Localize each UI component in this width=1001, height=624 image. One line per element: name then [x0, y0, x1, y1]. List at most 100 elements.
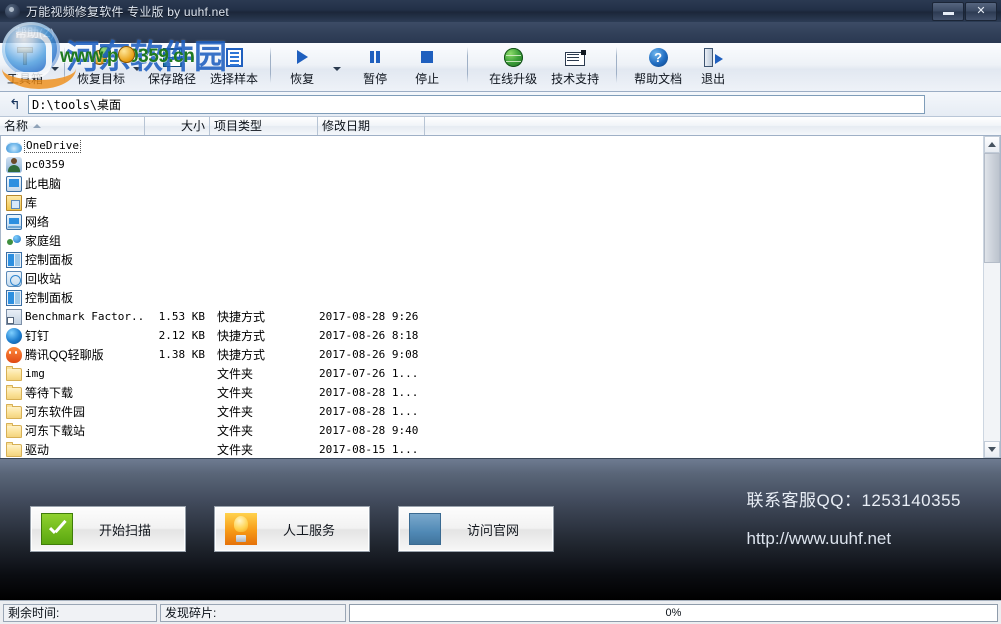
column-header-extra[interactable] [425, 117, 1001, 135]
table-row[interactable]: 河东软件园文件夹2017-08-28 1... [1, 402, 1000, 421]
website-url-text[interactable]: http://www.uuhf.net [747, 529, 962, 549]
user-icon [6, 157, 22, 173]
recyclebin-icon [6, 271, 22, 287]
cell-type: 文件夹 [211, 365, 319, 382]
select-sample-icon [226, 46, 243, 68]
toolbar-button-toolbox[interactable]: 工具箱 [0, 43, 50, 90]
cell-name: 控制面板 [1, 251, 146, 268]
minimize-button[interactable] [932, 2, 964, 21]
scroll-down-icon[interactable] [984, 441, 1000, 458]
table-row[interactable]: 腾讯QQ轻聊版1.38 KB快捷方式2017-08-26 9:08 [1, 345, 1000, 364]
table-row[interactable]: 控制面板 [1, 250, 1000, 269]
toolbar-separator [616, 47, 617, 83]
close-button[interactable]: ✕ [965, 2, 997, 21]
file-list[interactable]: OneDrivepc0359此电脑库网络家庭组控制面板回收站控制面板Benchm… [0, 136, 1001, 458]
controlpanel-icon [6, 290, 22, 306]
table-row[interactable]: 控制面板 [1, 288, 1000, 307]
toolbar-label: 选择样本 [210, 70, 258, 87]
table-row[interactable]: img文件夹2017-07-26 1... [1, 364, 1000, 383]
toolbar: 工具箱 恢复目标 保存路径 选择样本 恢复 暂停 停止 [0, 43, 1001, 92]
column-header-size[interactable]: 大小 [145, 117, 210, 135]
table-row[interactable]: 回收站 [1, 269, 1000, 288]
file-name: img [25, 367, 45, 380]
menu-item-help[interactable]: 帮助(Z) [8, 22, 61, 43]
cell-name: 控制面板 [1, 289, 146, 306]
table-row[interactable]: 家庭组 [1, 231, 1000, 250]
cell-name: 腾讯QQ轻聊版 [1, 346, 146, 363]
toolbar-button-exit[interactable]: 退出 [689, 43, 732, 90]
file-name: 等待下载 [25, 384, 73, 401]
file-name: 腾讯QQ轻聊版 [25, 346, 104, 363]
table-row[interactable]: 等待下载文件夹2017-08-28 1... [1, 383, 1000, 402]
toolbox-dropdown-arrow-icon[interactable] [50, 43, 59, 89]
scrollbar-thumb[interactable] [984, 153, 1000, 263]
cell-name: 此电脑 [1, 175, 146, 192]
column-header-date[interactable]: 修改日期 [318, 117, 425, 135]
visit-website-button[interactable]: 访问官网 [398, 506, 554, 552]
toolbar-button-online-upgrade[interactable]: 在线升级 [482, 43, 544, 90]
table-row[interactable]: OneDrive [1, 136, 1000, 155]
contact-info: 联系客服QQ：1253140355 http://www.uuhf.net [747, 486, 962, 549]
folder-icon [6, 387, 22, 400]
toolbar-button-save-path[interactable]: 保存路径 [141, 43, 203, 90]
table-row[interactable]: 此电脑 [1, 174, 1000, 193]
column-header-name[interactable]: 名称 [0, 117, 145, 135]
cell-name: 驱动 [1, 441, 146, 458]
cell-date: 2017-08-28 9:40 [319, 424, 426, 437]
toolbar-button-help-doc[interactable]: ? 帮助文档 [627, 43, 689, 90]
file-name: 河东下载站 [25, 422, 85, 439]
column-header-type[interactable]: 项目类型 [210, 117, 318, 135]
folder-icon [6, 406, 22, 419]
cell-name: 河东下载站 [1, 422, 146, 439]
start-scan-button[interactable]: 开始扫描 [30, 506, 186, 552]
help-icon: ? [649, 46, 668, 68]
file-list-scrollbar[interactable] [983, 136, 1000, 458]
cell-size: 1.53 KB [146, 310, 211, 323]
library-icon [6, 195, 22, 211]
status-bar: 剩余时间: 发现碎片: 0% [0, 600, 1001, 624]
table-row[interactable]: pc0359 [1, 155, 1000, 174]
cell-type: 文件夹 [211, 422, 319, 439]
cell-name: 钉钉 [1, 327, 146, 344]
file-name: OneDrive [25, 139, 80, 152]
address-bar: ↰ [0, 92, 1001, 117]
qq-icon [6, 347, 22, 363]
back-arrow-icon[interactable]: ↰ [4, 95, 26, 114]
table-row[interactable]: 驱动文件夹2017-08-15 1... [1, 440, 1000, 458]
table-row[interactable]: Benchmark Factor...1.53 KB快捷方式2017-08-28… [1, 307, 1000, 326]
app-icon [5, 4, 20, 19]
toolbar-button-recover[interactable]: 恢复 [276, 43, 328, 90]
save-path-icon [163, 46, 182, 68]
controlpanel-icon [6, 252, 22, 268]
toolbar-button-select-sample[interactable]: 选择样本 [203, 43, 265, 90]
column-label: 修改日期 [322, 117, 370, 135]
table-row[interactable]: 钉钉2.12 KB快捷方式2017-08-26 8:18 [1, 326, 1000, 345]
recover-dropdown-arrow-icon[interactable] [332, 43, 341, 89]
toolbar-button-tech-support[interactable]: 技术支持 [544, 43, 606, 90]
manual-service-button[interactable]: 人工服务 [214, 506, 370, 552]
scroll-up-icon[interactable] [984, 136, 1000, 153]
contact-qq-text: 联系客服QQ：1253140355 [747, 486, 962, 511]
toolbar-button-pause[interactable]: 暂停 [349, 43, 401, 90]
toolbar-label: 停止 [415, 70, 439, 87]
file-name: 控制面板 [25, 251, 73, 268]
exit-icon [703, 46, 723, 68]
file-name: 驱动 [25, 441, 49, 458]
toolbar-label: 工具箱 [7, 70, 43, 87]
file-name: 库 [25, 194, 37, 211]
table-row[interactable]: 河东下载站 文件夹2017-08-28 9:40 [1, 421, 1000, 440]
cell-type: 快捷方式 [211, 327, 319, 344]
menu-bar: 帮助(Z) [0, 22, 1001, 43]
table-row[interactable]: 网络 [1, 212, 1000, 231]
folder-icon [6, 368, 22, 381]
toolbar-button-stop[interactable]: 停止 [401, 43, 453, 90]
table-row[interactable]: 库 [1, 193, 1000, 212]
shortcut-icon [6, 309, 22, 325]
fragments-found-field: 发现碎片: [160, 604, 346, 622]
dingtalk-icon [6, 328, 22, 344]
path-input[interactable] [28, 95, 925, 114]
cell-date: 2017-08-26 8:18 [319, 329, 426, 342]
file-name: 河东软件园 [25, 403, 85, 420]
cell-type: 文件夹 [211, 441, 319, 458]
cell-date: 2017-08-28 1... [319, 405, 426, 418]
